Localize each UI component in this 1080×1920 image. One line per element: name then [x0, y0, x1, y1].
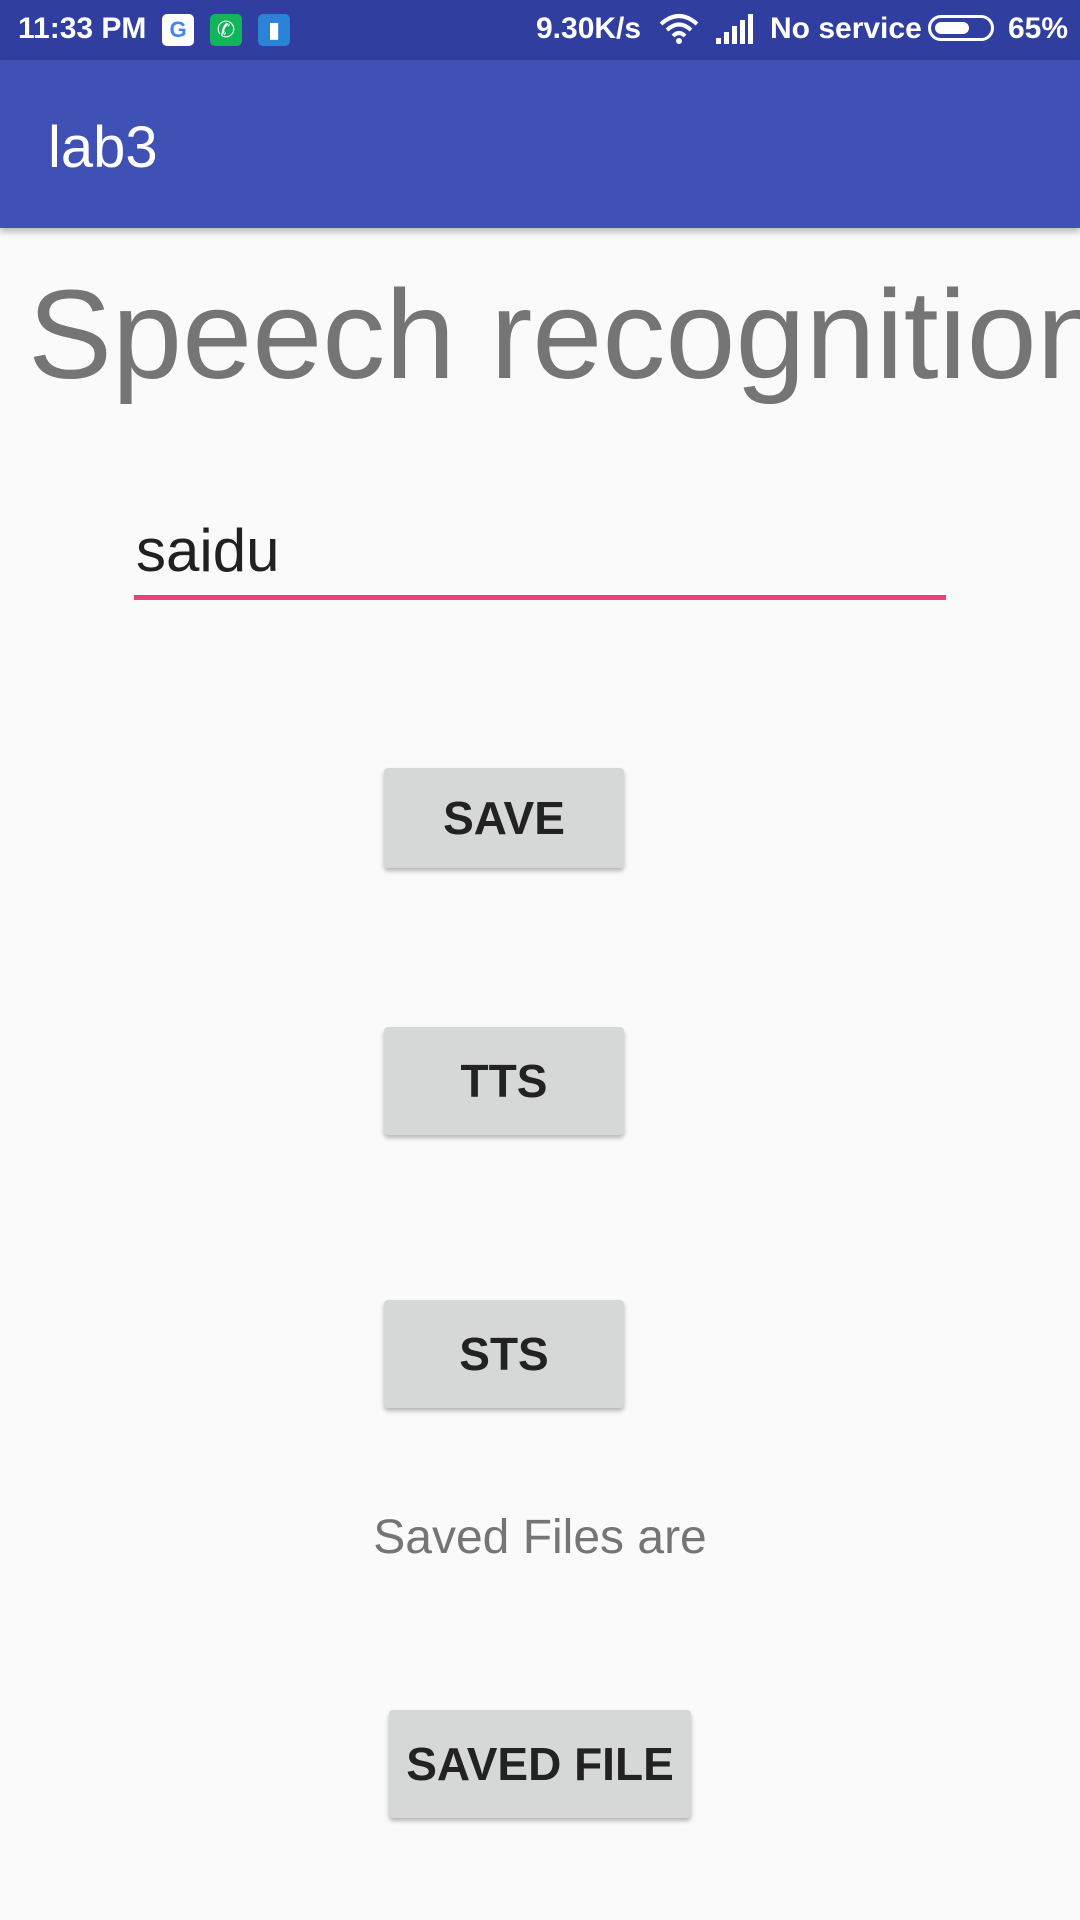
- battery-icon: [928, 15, 994, 41]
- google-icon: G: [162, 14, 194, 46]
- network-status: No service: [770, 12, 922, 45]
- text-input-value[interactable]: saidu: [136, 516, 279, 585]
- sts-button[interactable]: STS: [384, 1300, 624, 1408]
- text-input-field[interactable]: saidu: [134, 504, 946, 600]
- battery-level: [935, 22, 969, 34]
- battery-percent: 65%: [1008, 12, 1069, 45]
- text-input-underline: [134, 595, 946, 600]
- phone-call-icon: ✆: [210, 14, 242, 46]
- tts-button[interactable]: TTS: [384, 1027, 624, 1135]
- app-bar: lab3: [0, 60, 1080, 228]
- status-bar: 11:33 PM G ✆ ▮ 9.30K/s No service 65%: [0, 0, 1080, 60]
- app-title: lab3: [48, 115, 158, 180]
- signal-icon: [714, 14, 754, 52]
- wifi-icon: [658, 12, 700, 54]
- page-heading: Speech recognition: [28, 264, 1080, 405]
- network-speed: 9.30K/s: [536, 12, 642, 45]
- status-time: 11:33 PM: [18, 12, 147, 45]
- saved-file-button[interactable]: SAVED FILE: [389, 1710, 691, 1818]
- save-button[interactable]: SAVE: [384, 768, 624, 868]
- document-icon: ▮: [258, 14, 290, 46]
- saved-files-label: Saved Files are: [373, 1511, 707, 1564]
